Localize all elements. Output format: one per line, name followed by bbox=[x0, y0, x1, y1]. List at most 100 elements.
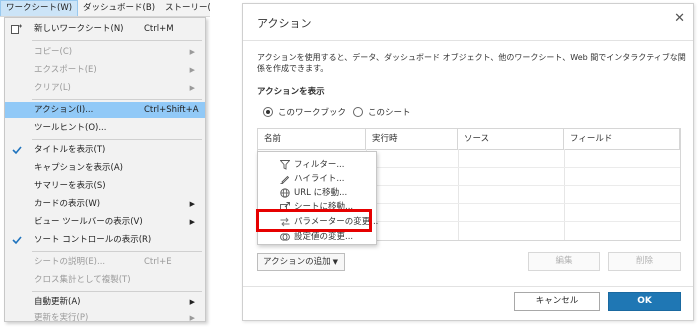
radio-label: このワークブック bbox=[278, 108, 347, 118]
popup-item-label: シートに移動... bbox=[294, 202, 354, 212]
menu-divider bbox=[32, 251, 202, 252]
checkmark-icon bbox=[12, 146, 22, 155]
radio-this-sheet[interactable]: このシート bbox=[353, 106, 411, 118]
table-header-divider bbox=[258, 149, 680, 150]
popup-item-highlight[interactable]: ハイライト... bbox=[258, 172, 376, 186]
submenu-arrow-icon: ▶ bbox=[189, 48, 195, 56]
worksheet-menu: 新しいワークシート(N) Ctrl+M コピー(C) ▶ エクスポート(E) ▶… bbox=[4, 17, 206, 323]
column-header-source[interactable]: ソース bbox=[458, 129, 564, 149]
menu-divider bbox=[32, 40, 202, 41]
popup-item-label: 設定値の変更... bbox=[294, 232, 354, 242]
checkmark-icon bbox=[12, 236, 22, 245]
menu-item-label: クリア(L) bbox=[34, 83, 71, 93]
radio-this-workbook[interactable]: このワークブック bbox=[263, 106, 346, 118]
submenu-arrow-icon: ▶ bbox=[189, 84, 195, 92]
menu-item-label: クロス集計として複製(T) bbox=[34, 275, 131, 285]
table-column-line bbox=[564, 149, 565, 240]
ok-button[interactable]: OK bbox=[608, 292, 681, 311]
menubar-dashboard[interactable]: ダッシュボード(B) bbox=[78, 0, 160, 16]
menu-item-export[interactable]: エクスポート(E) ▶ bbox=[5, 62, 205, 78]
close-icon[interactable]: ✕ bbox=[674, 12, 685, 25]
submenu-arrow-icon: ▶ bbox=[189, 200, 195, 208]
popup-item-change-parameter[interactable]: パラメーターの変更... bbox=[258, 215, 379, 229]
column-header-name[interactable]: 名前 bbox=[258, 129, 366, 149]
menu-item-show-caption[interactable]: キャプションを表示(A) bbox=[5, 160, 205, 176]
menu-item-new-worksheet[interactable]: 新しいワークシート(N) Ctrl+M bbox=[5, 21, 205, 37]
menubar-worksheet[interactable]: ワークシート(W) bbox=[0, 0, 79, 16]
set-change-icon bbox=[280, 233, 290, 241]
menu-item-actions[interactable]: アクション(I)... Ctrl+Shift+A bbox=[5, 102, 205, 118]
column-header-run-on[interactable]: 実行時 bbox=[366, 129, 458, 149]
cancel-button[interactable]: キャンセル bbox=[514, 292, 600, 311]
popup-item-label: フィルター... bbox=[294, 160, 345, 170]
menu-item-shortcut: Ctrl+Shift+A bbox=[144, 105, 199, 115]
dialog-title: アクション bbox=[257, 17, 312, 30]
menu-item-label: キャプションを表示(A) bbox=[34, 163, 123, 173]
submenu-arrow-icon: ▶ bbox=[189, 298, 195, 306]
menu-item-shortcut: Ctrl+M bbox=[144, 24, 174, 34]
globe-icon bbox=[280, 188, 290, 198]
menu-item-label: カードの表示(W) bbox=[34, 199, 101, 209]
dialog-header-divider bbox=[243, 40, 693, 41]
menu-item-run-update[interactable]: 更新を実行(P) ▶ bbox=[5, 310, 205, 326]
popup-item-label: ハイライト... bbox=[294, 174, 345, 184]
filter-icon bbox=[280, 160, 290, 170]
menu-item-shortcut: Ctrl+E bbox=[144, 257, 172, 267]
popup-item-goto-url[interactable]: URL に移動... bbox=[258, 186, 376, 200]
highlight-pen-icon bbox=[280, 175, 290, 184]
submenu-arrow-icon: ▶ bbox=[189, 314, 195, 322]
add-action-button[interactable]: アクションの追加 ▼ bbox=[257, 253, 345, 271]
parameter-change-icon bbox=[280, 217, 290, 227]
radio-label: このシート bbox=[368, 108, 411, 118]
menu-item-tooltip[interactable]: ツールヒント(O)... bbox=[5, 120, 205, 136]
popup-item-label: URL に移動... bbox=[294, 188, 348, 198]
menu-bar: ワークシート(W) ダッシュボード(B) ストーリー(T) 分 bbox=[0, 0, 210, 17]
delete-button[interactable]: 削除 bbox=[608, 252, 681, 271]
popup-item-filter[interactable]: フィルター... bbox=[258, 158, 376, 172]
submenu-arrow-icon: ▶ bbox=[189, 218, 195, 226]
edit-button[interactable]: 編集 bbox=[528, 252, 600, 271]
menubar-story[interactable]: ストーリー(T) bbox=[160, 0, 210, 16]
menu-item-label: 自動更新(A) bbox=[34, 297, 81, 307]
popup-item-goto-sheet[interactable]: シートに移動... bbox=[258, 200, 376, 214]
menu-item-show-cards[interactable]: カードの表示(W) ▶ bbox=[5, 196, 205, 212]
table-column-line bbox=[458, 149, 459, 240]
menu-divider bbox=[32, 291, 202, 292]
column-header-field[interactable]: フィールド bbox=[564, 129, 680, 149]
menu-item-sheet-description[interactable]: シートの説明(E)... Ctrl+E bbox=[5, 254, 205, 270]
menu-item-label: サマリーを表示(S) bbox=[34, 181, 106, 191]
show-actions-label: アクションを表示 bbox=[257, 87, 325, 97]
radio-unselected-icon bbox=[353, 107, 363, 117]
menu-item-label: コピー(C) bbox=[34, 47, 73, 57]
menu-item-label: アクション(I)... bbox=[34, 105, 94, 115]
menu-item-label: ソート コントロールの表示(R) bbox=[34, 235, 152, 245]
submenu-arrow-icon: ▶ bbox=[189, 66, 195, 74]
dialog-description: アクションを使用すると、データ、ダッシュボード オブジェクト、他のワークシート、… bbox=[257, 53, 686, 73]
add-action-label: アクションの追加 bbox=[263, 257, 331, 267]
menu-item-label: タイトルを表示(T) bbox=[34, 145, 106, 155]
menu-item-label: 新しいワークシート(N) bbox=[34, 24, 124, 34]
menu-item-label: ツールヒント(O)... bbox=[34, 123, 107, 133]
chevron-down-icon: ▼ bbox=[332, 258, 338, 266]
sheet-goto-icon bbox=[280, 202, 290, 212]
menu-item-auto-update[interactable]: 自動更新(A) ▶ bbox=[5, 294, 205, 310]
dialog-footer-divider bbox=[243, 286, 693, 287]
add-action-menu: フィルター... ハイライト... URL に移動... シートに移動... パ… bbox=[257, 151, 379, 245]
menu-item-label: エクスポート(E) bbox=[34, 65, 97, 75]
menu-divider bbox=[32, 99, 202, 100]
radio-selected-icon bbox=[263, 107, 273, 117]
menu-item-copy[interactable]: コピー(C) ▶ bbox=[5, 44, 205, 60]
new-sheet-icon bbox=[11, 24, 22, 34]
menu-item-show-title[interactable]: タイトルを表示(T) bbox=[5, 142, 205, 158]
menu-item-clear[interactable]: クリア(L) ▶ bbox=[5, 80, 205, 96]
menu-item-duplicate-crosstab[interactable]: クロス集計として複製(T) bbox=[5, 272, 205, 288]
menu-item-label: シートの説明(E)... bbox=[34, 257, 106, 267]
menu-item-label: 更新を実行(P) bbox=[34, 313, 89, 323]
menu-item-show-summary[interactable]: サマリーを表示(S) bbox=[5, 178, 205, 194]
popup-item-label: パラメーターの変更... bbox=[294, 217, 379, 227]
menu-item-sort-controls[interactable]: ソート コントロールの表示(R) bbox=[5, 232, 205, 248]
menu-item-label: ビュー ツールバーの表示(V) bbox=[34, 217, 143, 227]
menu-item-view-toolbar[interactable]: ビュー ツールバーの表示(V) ▶ bbox=[5, 214, 205, 230]
menu-divider bbox=[32, 139, 202, 140]
popup-item-change-set[interactable]: 設定値の変更... bbox=[258, 230, 376, 244]
